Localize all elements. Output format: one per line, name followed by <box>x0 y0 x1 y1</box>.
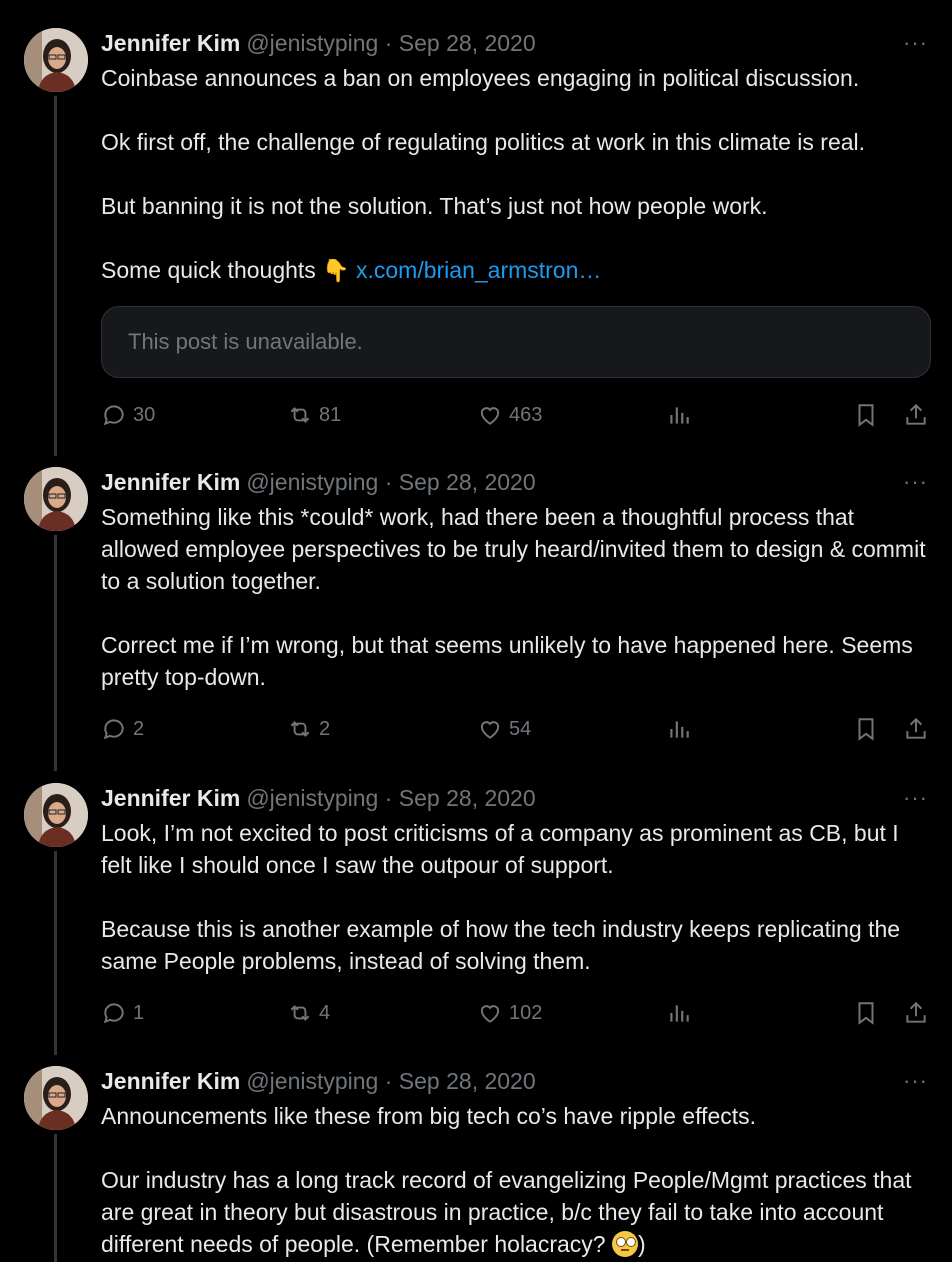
more-options-icon[interactable]: ··· <box>903 30 928 56</box>
paragraph: Because this is another example of how t… <box>101 916 901 974</box>
unavailable-text: This post is unavailable. <box>128 329 363 354</box>
views-icon[interactable] <box>666 402 692 428</box>
avatar[interactable] <box>24 467 88 531</box>
heart-icon <box>480 407 500 425</box>
more-options-icon[interactable]: ··· <box>903 1068 928 1094</box>
avatar[interactable] <box>24 1066 88 1130</box>
paragraph-suffix: ) <box>637 1231 646 1257</box>
tweet-header: Jennifer Kim @jenistyping · Sep 28, 2020 <box>101 1068 536 1094</box>
heart-icon <box>480 721 500 739</box>
paragraph: But banning it is not the solution. That… <box>101 193 768 219</box>
backhand-index-pointing-down-icon: 👇 <box>322 258 350 283</box>
like-button[interactable]: 463 <box>477 400 542 430</box>
paragraph-text: Some quick thoughts <box>101 257 316 283</box>
paragraph: Correct me if I’m wrong, but that seems … <box>101 632 913 690</box>
repost-button[interactable]: 4 <box>287 998 330 1028</box>
reply-icon <box>103 1003 124 1024</box>
paragraph: Something like this *could* work, had th… <box>101 504 926 594</box>
heart-icon <box>480 1005 500 1023</box>
repost-count: 4 <box>319 1001 331 1024</box>
tweet-text: Coinbase announces a ban on employees en… <box>101 62 931 287</box>
paragraph: Announcements like these from big tech c… <box>101 1103 757 1129</box>
author-name[interactable]: Jennifer Kim <box>101 785 240 812</box>
tweet-text: Look, I’m not excited to post criticisms… <box>101 817 931 977</box>
tweet-link[interactable]: x.com/brian_armstron… <box>356 257 601 283</box>
handle-date[interactable]: @jenistyping · Sep 28, 2020 <box>246 30 535 57</box>
author-name[interactable]: Jennifer Kim <box>101 30 240 57</box>
paragraph: Ok first off, the challenge of regulatin… <box>101 129 866 155</box>
reply-count: 2 <box>133 717 145 740</box>
repost-button[interactable]: 2 <box>287 714 330 744</box>
bookmark-icon[interactable] <box>853 716 879 742</box>
face-with-rolling-eyes-icon <box>611 1231 638 1257</box>
tweet-text: Something like this *could* work, had th… <box>101 501 931 693</box>
author-name[interactable]: Jennifer Kim <box>101 1068 240 1095</box>
tweet-header: Jennifer Kim @jenistyping · Sep 28, 2020 <box>101 785 536 811</box>
avatar[interactable] <box>24 783 88 847</box>
paragraph-text: Our industry has a long track record of … <box>101 1167 912 1257</box>
repost-icon <box>290 1005 310 1021</box>
reply-button[interactable]: 1 <box>101 998 144 1028</box>
like-button[interactable]: 54 <box>477 714 531 744</box>
like-button[interactable]: 102 <box>477 998 542 1028</box>
quoted-post-unavailable[interactable]: This post is unavailable. <box>101 306 931 378</box>
tweet[interactable]: Jennifer Kim @jenistyping · Sep 28, 2020… <box>0 28 952 448</box>
paragraph: Look, I’m not excited to post criticisms… <box>101 820 899 878</box>
tweet-header: Jennifer Kim @jenistyping · Sep 28, 2020 <box>101 469 536 495</box>
views-icon[interactable] <box>666 716 692 742</box>
share-icon[interactable] <box>903 716 929 742</box>
repost-count: 2 <box>319 717 331 740</box>
bookmark-icon[interactable] <box>853 402 879 428</box>
author-name[interactable]: Jennifer Kim <box>101 469 240 496</box>
action-bar: 2 2 54 <box>101 714 931 744</box>
views-icon[interactable] <box>666 1000 692 1026</box>
reply-count: 30 <box>133 403 156 426</box>
action-bar: 1 4 102 <box>101 998 931 1028</box>
handle-date[interactable]: @jenistyping · Sep 28, 2020 <box>246 469 535 496</box>
repost-button[interactable]: 81 <box>287 400 341 430</box>
reply-button[interactable]: 2 <box>101 714 144 744</box>
share-icon[interactable] <box>903 1000 929 1026</box>
share-icon[interactable] <box>903 402 929 428</box>
repost-icon <box>290 721 310 737</box>
tweet-text: Announcements like these from big tech c… <box>101 1100 931 1260</box>
paragraph: Our industry has a long track record of … <box>101 1164 931 1260</box>
paragraph: Coinbase announces a ban on employees en… <box>101 65 860 91</box>
more-options-icon[interactable]: ··· <box>903 469 928 495</box>
like-count: 54 <box>509 717 532 740</box>
reply-count: 1 <box>133 1001 145 1024</box>
more-options-icon[interactable]: ··· <box>903 785 928 811</box>
handle-date[interactable]: @jenistyping · Sep 28, 2020 <box>246 785 535 812</box>
tweet[interactable]: Jennifer Kim @jenistyping · Sep 28, 2020… <box>0 467 952 767</box>
tweet-header: Jennifer Kim @jenistyping · Sep 28, 2020 <box>101 30 536 56</box>
reply-icon <box>103 719 124 740</box>
reply-button[interactable]: 30 <box>101 400 155 430</box>
tweet[interactable]: Jennifer Kim @jenistyping · Sep 28, 2020… <box>0 783 952 1053</box>
like-count: 102 <box>509 1001 543 1024</box>
handle-date[interactable]: @jenistyping · Sep 28, 2020 <box>246 1068 535 1095</box>
paragraph: Some quick thoughts 👇 x.com/brian_armstr… <box>101 254 931 287</box>
repost-icon <box>290 407 310 423</box>
repost-count: 81 <box>319 403 342 426</box>
like-count: 463 <box>509 403 543 426</box>
bookmark-icon[interactable] <box>853 1000 879 1026</box>
avatar[interactable] <box>24 28 88 92</box>
action-bar: 30 81 463 <box>101 400 931 430</box>
reply-icon <box>103 405 124 426</box>
tweet[interactable]: Jennifer Kim @jenistyping · Sep 28, 2020… <box>0 1066 952 1262</box>
